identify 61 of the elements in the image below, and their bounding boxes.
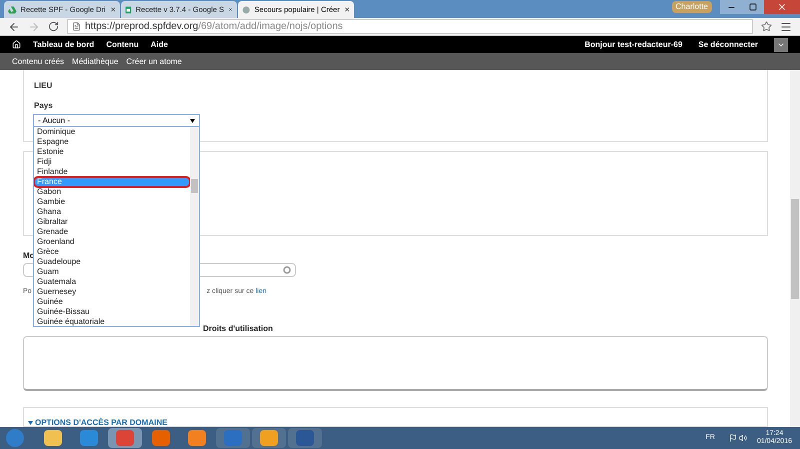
dropdown-option[interactable]: Guinée <box>34 297 190 307</box>
dropdown-option[interactable]: Grèce <box>34 247 190 257</box>
text-area[interactable] <box>23 336 768 391</box>
admin-menu-link[interactable]: Aide <box>150 38 168 50</box>
scrollbar[interactable] <box>790 70 800 427</box>
dropdown-option[interactable]: Espagne <box>34 137 190 147</box>
dropdown-option[interactable]: Estonie <box>34 147 190 157</box>
taskbar-app-button[interactable] <box>252 428 286 448</box>
maximize-icon <box>749 3 757 11</box>
dropdown-option[interactable]: Guadeloupe <box>34 257 190 267</box>
home-icon[interactable] <box>12 40 21 49</box>
menu-icon[interactable] <box>780 20 792 32</box>
collapsible-title[interactable]: OPTIONS D'ACCÈS PAR DOMAINE <box>28 417 168 427</box>
greeting-text: Bonjour test-redacteur-69 <box>584 38 682 50</box>
dropdown-option[interactable]: Finlande <box>34 167 190 177</box>
field-label: Droits d'utilisation <box>203 323 273 336</box>
flag-icon[interactable] <box>728 434 737 442</box>
close-icon[interactable] <box>344 5 350 14</box>
dropdown-option[interactable]: Gabon <box>34 187 190 197</box>
sub-navigation-link[interactable]: Contenu créés <box>12 56 64 68</box>
collapsible-panel[interactable]: OPTIONS D'ACCÈS PAR DOMAINE <box>23 407 768 427</box>
forward-icon[interactable] <box>28 20 40 32</box>
logout-link[interactable]: Se déconnecter <box>698 38 758 50</box>
maximize-button[interactable] <box>742 0 764 14</box>
address-field[interactable]: https://preprod.spfdev.org/69/atom/add/image/nojs/options <box>67 19 753 34</box>
section-title: LIEU <box>34 80 54 92</box>
caret-icon <box>190 118 195 122</box>
dropdown-option[interactable]: Guam <box>34 267 190 277</box>
dropdown-option[interactable]: Gambie <box>34 197 190 207</box>
caret-icon <box>28 421 33 425</box>
admin-menu-link[interactable]: Tableau de bord <box>33 38 94 50</box>
dropdown-option[interactable]: Ghana <box>34 207 190 217</box>
dropdown-option[interactable]: Grenade <box>34 227 190 237</box>
reload-icon[interactable] <box>48 21 59 32</box>
dropdown-option[interactable]: Fidji <box>34 157 190 167</box>
close-icon[interactable] <box>228 5 233 14</box>
close-icon <box>777 2 787 12</box>
dropdown-option[interactable]: Dominique <box>34 127 190 137</box>
admin-menu-link[interactable]: Contenu <box>106 38 139 50</box>
dropdown-option[interactable]: Guatemala <box>34 277 190 287</box>
scrollbar[interactable] <box>190 127 199 326</box>
dropdown-option[interactable]: Gibraltar <box>34 217 190 227</box>
back-icon[interactable] <box>8 20 20 32</box>
page-icon <box>72 22 81 31</box>
sub-navigation-link[interactable]: Créer un atome <box>126 56 182 68</box>
field-label: Pays <box>34 100 54 112</box>
sub-navigation-link[interactable]: Médiathèque <box>72 56 118 68</box>
speaker-icon[interactable] <box>738 434 747 442</box>
close-icon[interactable] <box>110 5 116 14</box>
dropdown-option[interactable]: Guinée-Bissau <box>34 307 190 317</box>
spreadsheet-icon <box>125 4 132 16</box>
dropdown-option[interactable]: Groenland <box>34 237 190 247</box>
start-orb-icon[interactable] <box>4 428 26 448</box>
dropdown-button[interactable] <box>774 38 788 52</box>
triangle-logo-icon <box>8 4 17 16</box>
close-button[interactable] <box>764 0 800 14</box>
dropdown-option[interactable]: Guernesey <box>34 287 190 297</box>
star-icon[interactable] <box>761 21 772 32</box>
select-field[interactable]: - Aucun - <box>33 114 200 127</box>
circle-icon <box>283 266 291 274</box>
dropdown-option[interactable]: Guinée équatoriale <box>34 317 190 326</box>
